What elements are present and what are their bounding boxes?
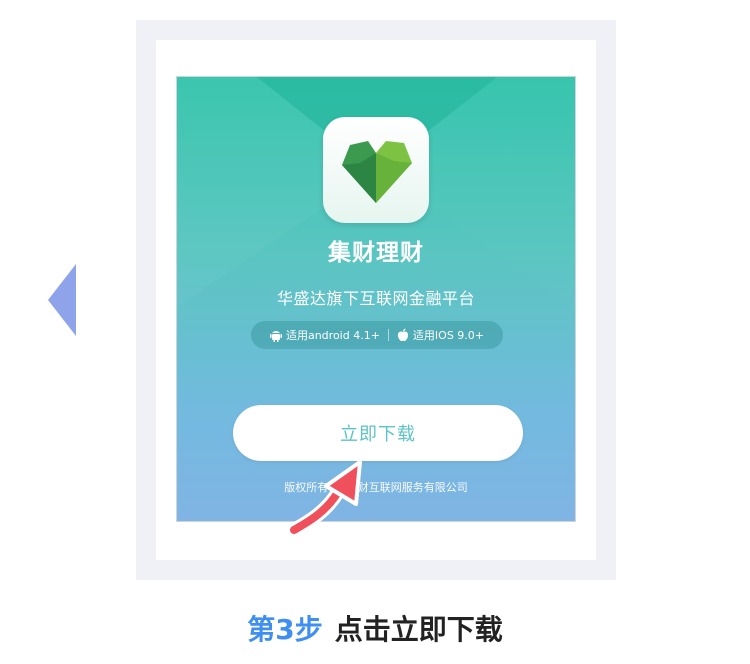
ios-compat: 适用IOS 9.0+ <box>397 327 484 343</box>
step-caption: 第3步 点击立即下载 <box>0 608 750 648</box>
preview-frame: 集财理财 华盛达旗下互联网金融平台 适用android 4.1+ 适用IOS 9… <box>136 20 616 580</box>
download-button[interactable]: 立即下载 <box>233 405 523 461</box>
green-heart-logo-icon <box>342 141 412 203</box>
ios-compat-label: 适用IOS 9.0+ <box>412 329 485 342</box>
compat-divider <box>387 329 389 341</box>
app-tagline: 华盛达旗下互联网金融平台 <box>276 289 475 308</box>
step-number: 第3步 <box>247 613 323 646</box>
android-compat: 适用android 4.1+ <box>269 327 380 343</box>
step-instruction: 点击立即下载 <box>334 613 503 646</box>
apple-icon <box>397 328 408 342</box>
copyright-text: 版权所有©××财互联网服务有限公司 <box>284 481 468 494</box>
preview-inner: 集财理财 华盛达旗下互联网金融平台 适用android 4.1+ 适用IOS 9… <box>156 40 596 560</box>
download-page-screenshot: 集财理财 华盛达旗下互联网金融平台 适用android 4.1+ 适用IOS 9… <box>176 76 576 522</box>
app-logo <box>323 117 429 223</box>
compatibility-badge: 适用android 4.1+ 适用IOS 9.0+ <box>251 321 503 349</box>
curved-arrow-icon <box>287 460 362 537</box>
android-icon <box>269 330 282 342</box>
prev-arrow-icon[interactable] <box>48 264 76 336</box>
app-name: 集财理财 <box>328 240 424 266</box>
android-compat-label: 适用android 4.1+ <box>285 329 380 342</box>
